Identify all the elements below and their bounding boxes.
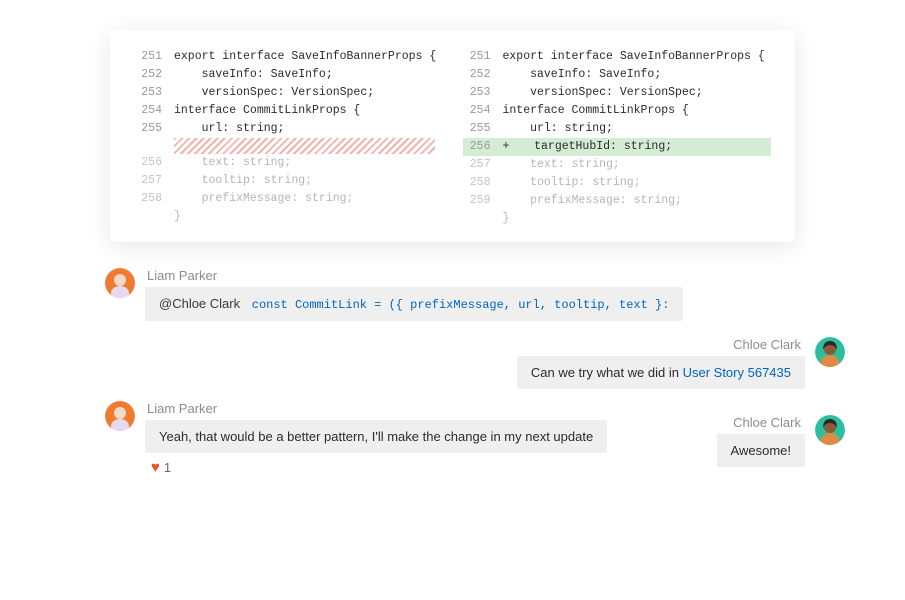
line-number: 257 bbox=[134, 172, 162, 190]
line-number: 259 bbox=[463, 192, 491, 210]
diff-line-added[interactable]: 256 + targetHubId: string; bbox=[463, 138, 772, 156]
line-number: 254 bbox=[463, 102, 491, 120]
code-text: url: string; bbox=[503, 120, 613, 138]
diff-line[interactable]: 256 text: string; bbox=[134, 154, 443, 172]
plus-icon: + bbox=[503, 138, 510, 156]
code-text: saveInfo: SaveInfo; bbox=[174, 66, 333, 84]
diff-line[interactable]: 251 export interface SaveInfoBannerProps … bbox=[134, 48, 443, 66]
comment-row: Liam Parker Yeah, that would be a better… bbox=[105, 401, 845, 476]
code-text: versionSpec: VersionSpec; bbox=[503, 84, 703, 102]
line-number: 255 bbox=[463, 120, 491, 138]
avatar[interactable] bbox=[815, 415, 845, 445]
line-number: 256 bbox=[134, 154, 162, 172]
line-number: 254 bbox=[134, 102, 162, 120]
reaction-count: 1 bbox=[164, 460, 171, 475]
diff-line[interactable]: 255 url: string; bbox=[134, 120, 443, 138]
inline-code: const CommitLink = ({ prefixMessage, url… bbox=[252, 298, 670, 312]
code-text: export interface SaveInfoBannerProps { bbox=[503, 48, 765, 66]
line-number: 253 bbox=[134, 84, 162, 102]
line-number: 255 bbox=[134, 120, 162, 138]
code-text: targetHubId: string; bbox=[513, 138, 672, 156]
line-number: 252 bbox=[463, 66, 491, 84]
comment-text: Can we try what we did in bbox=[531, 365, 683, 380]
comment-row: Liam Parker @Chloe Clark const CommitLin… bbox=[105, 268, 845, 321]
code-text: } bbox=[174, 208, 181, 226]
code-text: versionSpec: VersionSpec; bbox=[174, 84, 374, 102]
code-text: url: string; bbox=[174, 120, 284, 138]
comment-author[interactable]: Chloe Clark bbox=[731, 337, 805, 352]
code-text: } bbox=[503, 210, 510, 228]
diff-line[interactable]: 253 versionSpec: VersionSpec; bbox=[463, 84, 772, 102]
diff-line[interactable]: 254 interface CommitLinkProps { bbox=[463, 102, 772, 120]
diff-line[interactable]: 252 saveInfo: SaveInfo; bbox=[134, 66, 443, 84]
mention[interactable]: @Chloe Clark bbox=[159, 296, 240, 311]
code-text: saveInfo: SaveInfo; bbox=[503, 66, 662, 84]
line-number: 253 bbox=[463, 84, 491, 102]
comment-author[interactable]: Liam Parker bbox=[145, 268, 217, 283]
code-text: text: string; bbox=[503, 156, 620, 174]
diff-line[interactable]: 252 saveInfo: SaveInfo; bbox=[463, 66, 772, 84]
work-item-link[interactable]: User Story 567435 bbox=[683, 365, 791, 380]
heart-icon: ♥ bbox=[151, 459, 160, 476]
diff-gap-marker bbox=[174, 138, 435, 154]
code-text: prefixMessage: string; bbox=[174, 190, 353, 208]
diff-column-right: 251 export interface SaveInfoBannerProps … bbox=[453, 48, 796, 228]
comment-text: Yeah, that would be a better pattern, I'… bbox=[159, 429, 593, 444]
code-text: interface CommitLinkProps { bbox=[174, 102, 360, 120]
diff-card: 251 export interface SaveInfoBannerProps … bbox=[110, 30, 795, 242]
diff-line[interactable]: 257 tooltip: string; bbox=[134, 172, 443, 190]
diff-line[interactable]: 254 interface CommitLinkProps { bbox=[134, 102, 443, 120]
reaction[interactable]: ♥ 1 bbox=[151, 459, 171, 476]
diff-line[interactable]: } bbox=[463, 210, 772, 228]
comment-author[interactable]: Liam Parker bbox=[145, 401, 217, 416]
code-text: tooltip: string; bbox=[174, 172, 312, 190]
comment-bubble[interactable]: Can we try what we did in User Story 567… bbox=[517, 356, 805, 389]
avatar[interactable] bbox=[105, 401, 135, 431]
diff-line[interactable]: 251 export interface SaveInfoBannerProps … bbox=[463, 48, 772, 66]
code-text: text: string; bbox=[174, 154, 291, 172]
line-number: 256 bbox=[463, 138, 491, 156]
line-number: 257 bbox=[463, 156, 491, 174]
comment-author[interactable]: Chloe Clark bbox=[731, 415, 805, 430]
comment-text: Awesome! bbox=[731, 443, 791, 458]
line-number: 258 bbox=[463, 174, 491, 192]
comment-bubble[interactable]: Awesome! bbox=[717, 434, 805, 467]
diff-line[interactable]: 255 url: string; bbox=[463, 120, 772, 138]
diff-line[interactable]: 258 tooltip: string; bbox=[463, 174, 772, 192]
comment-bubble[interactable]: Yeah, that would be a better pattern, I'… bbox=[145, 420, 607, 453]
code-text: prefixMessage: string; bbox=[503, 192, 682, 210]
diff-line[interactable]: 257 text: string; bbox=[463, 156, 772, 174]
comment-content: Chloe Clark Awesome! bbox=[717, 415, 805, 467]
comment-bubble[interactable]: @Chloe Clark const CommitLink = ({ prefi… bbox=[145, 287, 683, 321]
line-number: 251 bbox=[463, 48, 491, 66]
avatar[interactable] bbox=[105, 268, 135, 298]
diff-column-left: 251 export interface SaveInfoBannerProps … bbox=[110, 48, 453, 228]
diff-line[interactable]: } bbox=[134, 208, 443, 226]
diff-line[interactable]: 259 prefixMessage: string; bbox=[463, 192, 772, 210]
comment-content: Liam Parker @Chloe Clark const CommitLin… bbox=[145, 268, 683, 321]
comment-content: Chloe Clark Can we try what we did in Us… bbox=[517, 337, 805, 389]
comment-row: Chloe Clark Can we try what we did in Us… bbox=[105, 337, 845, 389]
comment-content: Liam Parker Yeah, that would be a better… bbox=[145, 401, 607, 476]
code-text: tooltip: string; bbox=[503, 174, 641, 192]
line-number: 252 bbox=[134, 66, 162, 84]
line-number: 258 bbox=[134, 190, 162, 208]
code-text: export interface SaveInfoBannerProps { bbox=[174, 48, 436, 66]
avatar[interactable] bbox=[815, 337, 845, 367]
comment-thread: Liam Parker @Chloe Clark const CommitLin… bbox=[105, 268, 845, 476]
diff-line[interactable]: 253 versionSpec: VersionSpec; bbox=[134, 84, 443, 102]
line-number: 251 bbox=[134, 48, 162, 66]
code-text: interface CommitLinkProps { bbox=[503, 102, 689, 120]
diff-line[interactable]: 258 prefixMessage: string; bbox=[134, 190, 443, 208]
